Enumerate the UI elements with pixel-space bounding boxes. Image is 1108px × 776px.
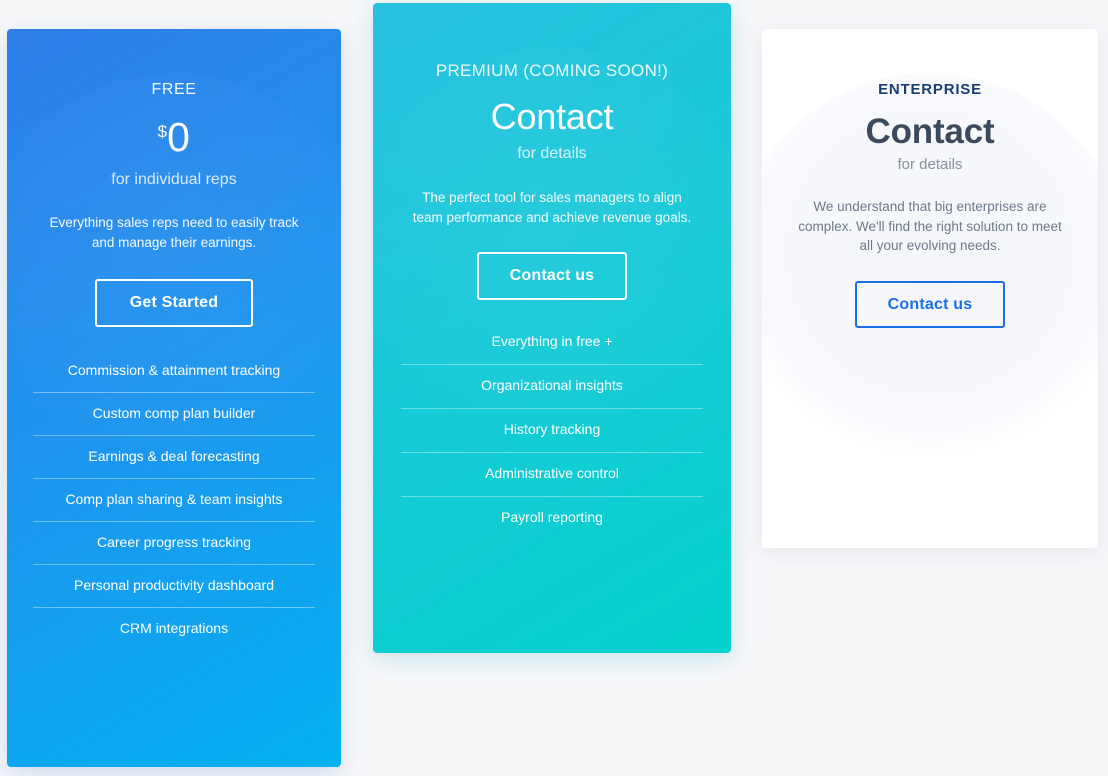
plan-price-subtitle-premium: for details	[517, 145, 587, 162]
plan-price-premium: Contact	[401, 99, 703, 135]
plan-name-enterprise: ENTERPRISE	[878, 81, 982, 98]
plan-name-premium: PREMIUM (COMING SOON!)	[435, 61, 669, 80]
list-item: CRM integrations	[33, 606, 315, 650]
contact-us-button-premium[interactable]: Contact us	[477, 252, 627, 300]
list-item: Earnings & deal forecasting	[33, 434, 315, 478]
plan-price-free: $0	[33, 117, 315, 158]
feature-list-free: Commission & attainment tracking Custom …	[33, 349, 315, 650]
price-value: Contact	[490, 96, 614, 137]
plan-description-free: Everything sales reps need to easily tra…	[49, 215, 299, 250]
plan-description-enterprise: We understand that big enterprises are c…	[798, 199, 1062, 254]
contact-us-button-enterprise[interactable]: Contact us	[855, 280, 1005, 329]
plan-price-subtitle-enterprise: for details	[897, 156, 963, 173]
list-item: Comp plan sharing & team insights	[33, 477, 315, 521]
currency-symbol: $	[157, 122, 168, 141]
plan-description-premium: The perfect tool for sales managers to a…	[412, 190, 692, 225]
price-value: Contact	[865, 112, 995, 151]
plan-price-subtitle-free: for individual reps	[111, 171, 237, 188]
list-item: Commission & attainment tracking	[67, 361, 281, 378]
plan-name-free: FREE	[151, 81, 197, 98]
get-started-button[interactable]: Get Started	[95, 279, 253, 327]
pricing-card-free: FREE $0 for individual reps Everything s…	[7, 29, 341, 767]
list-item: History tracking	[401, 407, 703, 452]
list-item: Personal productivity dashboard	[33, 563, 315, 607]
feature-list-premium: Everything in free + Organizational insi…	[401, 320, 703, 540]
list-item: Custom comp plan builder	[33, 391, 315, 435]
list-item: Career progress tracking	[33, 520, 315, 564]
pricing-plans-section: FREE $0 for individual reps Everything s…	[0, 0, 1108, 776]
list-item: Payroll reporting	[401, 495, 703, 540]
list-item: Administrative control	[401, 451, 703, 496]
pricing-card-enterprise: ENTERPRISE Contact for details We unders…	[762, 29, 1098, 548]
list-item: Organizational insights	[401, 363, 703, 408]
list-item: Everything in free +	[491, 333, 613, 350]
pricing-card-premium: PREMIUM (COMING SOON!) Contact for detai…	[373, 3, 731, 653]
plan-price-enterprise: Contact	[792, 114, 1068, 149]
price-value: 0	[167, 114, 191, 160]
